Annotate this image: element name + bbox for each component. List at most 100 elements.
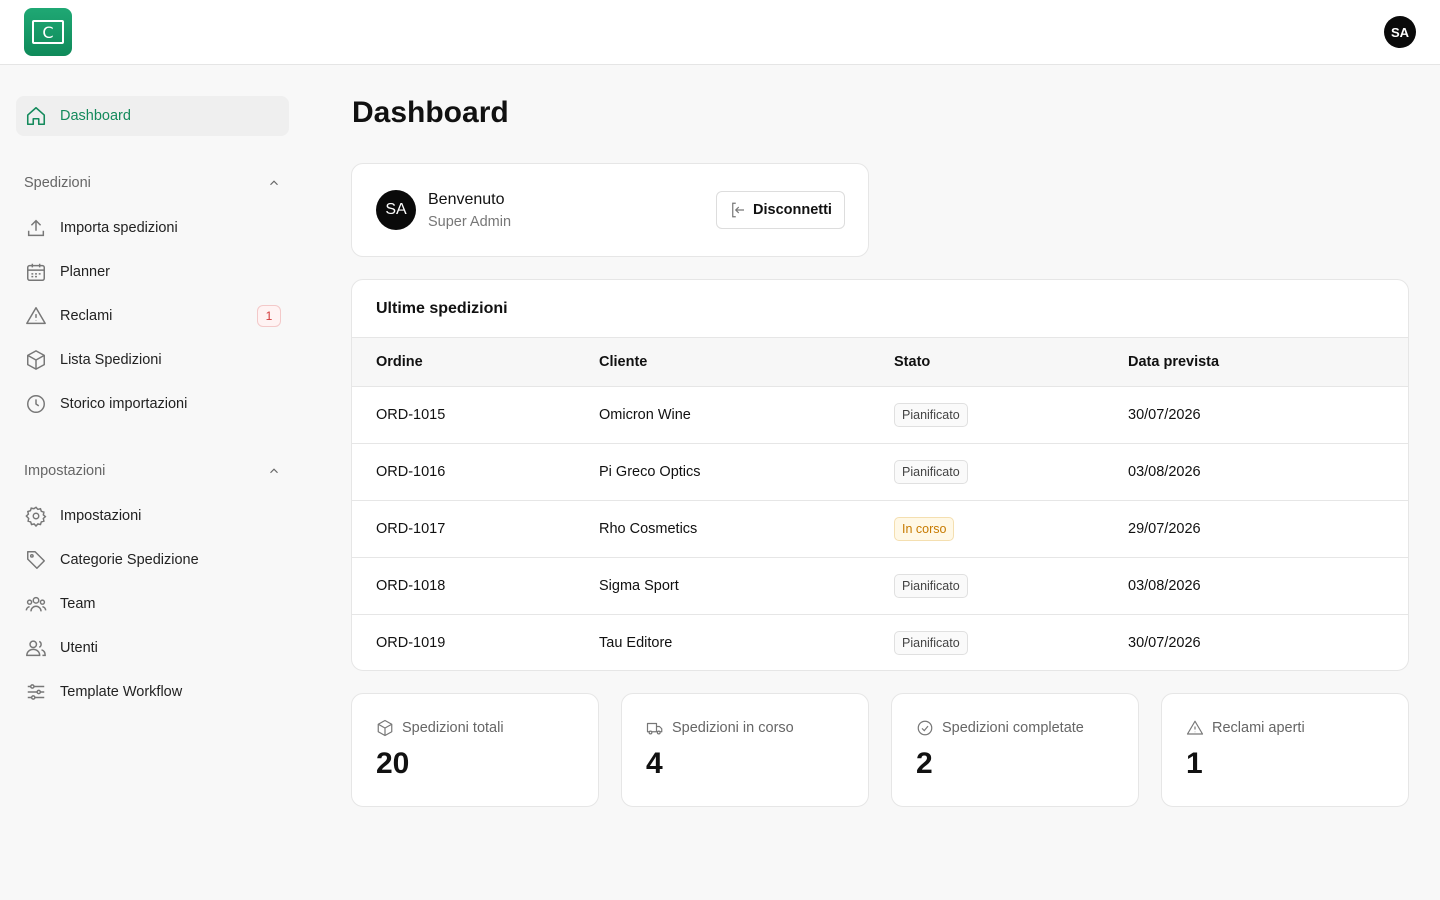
status-badge: Pianificato [894, 631, 968, 656]
expected-date: 30/07/2026 [1128, 635, 1201, 652]
top-bar: C SA [0, 0, 1440, 65]
column-header-data-prevista: Data prevista [1128, 354, 1220, 370]
expected-date: 29/07/2026 [1128, 521, 1201, 537]
section-toggle-impostazioni[interactable]: Impostazioni [24, 459, 281, 483]
sidebar-item-label: Importa spedizioni [60, 220, 178, 236]
column-header-ordine: Ordine [376, 354, 423, 370]
sidebar-item-importa-spedizioni[interactable]: Importa spedizioni [16, 208, 289, 248]
order-id: ORD-1017 [376, 521, 446, 537]
order-id: ORD-1018 [376, 578, 446, 594]
order-id: ORD-1015 [376, 407, 446, 423]
sidebar-item-team[interactable]: Team [16, 584, 289, 624]
app-logo[interactable]: C [24, 8, 72, 56]
user-avatar[interactable]: SA [1384, 16, 1416, 48]
column-header-cliente: Cliente [599, 354, 648, 370]
tag-icon [24, 548, 48, 572]
table-row[interactable]: ORD-1019 Tau Editore Pianificato 30/07/2… [352, 615, 1408, 671]
stat-card-total-shipments: Spedizioni totali 20 [351, 693, 599, 807]
home-icon [24, 104, 48, 128]
logout-icon [729, 201, 747, 219]
client-name: Omicron Wine [599, 407, 691, 423]
calendar-icon [24, 260, 48, 284]
table-title: Ultime spedizioni [376, 300, 508, 317]
sidebar-item-label: Utenti [60, 640, 98, 656]
logo-letter: C [32, 20, 64, 44]
stat-label: Reclami aperti [1212, 720, 1305, 736]
order-id: ORD-1016 [376, 464, 446, 480]
status-badge: Pianificato [894, 403, 968, 427]
stat-value: 1 [1186, 747, 1203, 780]
stat-card-open-complaints: Reclami aperti 1 [1161, 693, 1409, 807]
stat-value: 4 [646, 747, 663, 780]
sidebar-item-utenti[interactable]: Utenti [16, 628, 289, 668]
sidebar-item-label: Storico importazioni [60, 396, 188, 412]
expected-date: 30/07/2026 [1128, 407, 1201, 423]
notification-badge: 1 [257, 305, 281, 327]
sidebar: Dashboard Spedizioni Importa spedizioni … [0, 65, 305, 900]
sidebar-item-dashboard[interactable]: Dashboard [16, 96, 289, 136]
welcome-card: SA Benvenuto Super Admin Disconnetti [351, 163, 869, 257]
users-icon [24, 636, 48, 660]
section-title: Spedizioni [24, 175, 91, 191]
table-row[interactable]: ORD-1018 Sigma Sport Pianificato 03/08/2… [352, 558, 1408, 615]
client-name: Pi Greco Optics [599, 464, 701, 480]
sidebar-item-label: Planner [60, 264, 110, 280]
gear-icon [24, 504, 48, 528]
logout-label: Disconnetti [753, 202, 832, 218]
check-circle-icon [916, 719, 934, 737]
sidebar-item-label: Categorie Spedizione [60, 552, 199, 568]
stat-value: 20 [376, 747, 410, 780]
logout-button[interactable]: Disconnetti [716, 191, 845, 229]
clock-icon [24, 392, 48, 416]
alert-triangle-icon [1186, 719, 1204, 737]
team-icon [24, 592, 48, 616]
truck-icon [646, 719, 664, 737]
sidebar-item-categorie-spedizione[interactable]: Categorie Spedizione [16, 540, 289, 580]
upload-icon [24, 216, 48, 240]
section-title: Impostazioni [24, 463, 106, 479]
expected-date: 03/08/2026 [1128, 578, 1201, 594]
client-name: Tau Editore [599, 635, 673, 652]
sidebar-item-label: Template Workflow [60, 684, 183, 700]
order-id: ORD-1019 [376, 635, 446, 652]
shipments-table: Ordine Cliente Stato Data prevista ORD-1… [352, 337, 1408, 671]
sidebar-item-label: Dashboard [60, 108, 131, 124]
sidebar-item-label: Team [60, 596, 96, 612]
package-icon [24, 348, 48, 372]
column-header-stato: Stato [894, 354, 931, 370]
chevron-up-icon [267, 464, 281, 478]
status-badge: Pianificato [894, 460, 968, 484]
client-name: Sigma Sport [599, 578, 679, 594]
sidebar-item-impostazioni[interactable]: Impostazioni [16, 496, 289, 536]
status-badge: In corso [894, 517, 955, 541]
sidebar-item-reclami[interactable]: Reclami 1 [16, 296, 289, 336]
table-row[interactable]: ORD-1016 Pi Greco Optics Pianificato 03/… [352, 444, 1408, 501]
user-role: Super Admin [428, 214, 512, 230]
sidebar-item-planner[interactable]: Planner [16, 252, 289, 292]
stat-value: 2 [916, 747, 933, 780]
stat-label: Spedizioni completate [942, 720, 1084, 736]
sidebar-item-storico-importazioni[interactable]: Storico importazioni [16, 384, 289, 424]
stat-label: Spedizioni in corso [672, 720, 794, 736]
table-header-row: Ordine Cliente Stato Data prevista [352, 337, 1408, 387]
sliders-icon [24, 680, 48, 704]
table-row[interactable]: ORD-1017 Rho Cosmetics In corso 29/07/20… [352, 501, 1408, 558]
status-badge: Pianificato [894, 574, 968, 598]
table-row[interactable]: ORD-1015 Omicron Wine Pianificato 30/07/… [352, 387, 1408, 444]
page-title: Dashboard [352, 96, 509, 129]
chevron-up-icon [267, 176, 281, 190]
stat-label: Spedizioni totali [402, 720, 504, 736]
expected-date: 03/08/2026 [1128, 464, 1201, 480]
sidebar-item-template-workflow[interactable]: Template Workflow [16, 672, 289, 712]
stat-card-completed: Spedizioni completate 2 [891, 693, 1139, 807]
section-toggle-spedizioni[interactable]: Spedizioni [24, 171, 281, 195]
sidebar-item-lista-spedizioni[interactable]: Lista Spedizioni [16, 340, 289, 380]
package-icon [376, 719, 394, 737]
shipments-table-card: Ultime spedizioni Ordine Cliente Stato D… [351, 279, 1409, 671]
sidebar-item-label: Reclami [60, 308, 113, 324]
client-name: Rho Cosmetics [599, 521, 698, 537]
alert-triangle-icon [24, 304, 48, 328]
stat-card-in-progress: Spedizioni in corso 4 [621, 693, 869, 807]
avatar: SA [376, 190, 416, 230]
sidebar-item-label: Impostazioni [60, 508, 142, 524]
